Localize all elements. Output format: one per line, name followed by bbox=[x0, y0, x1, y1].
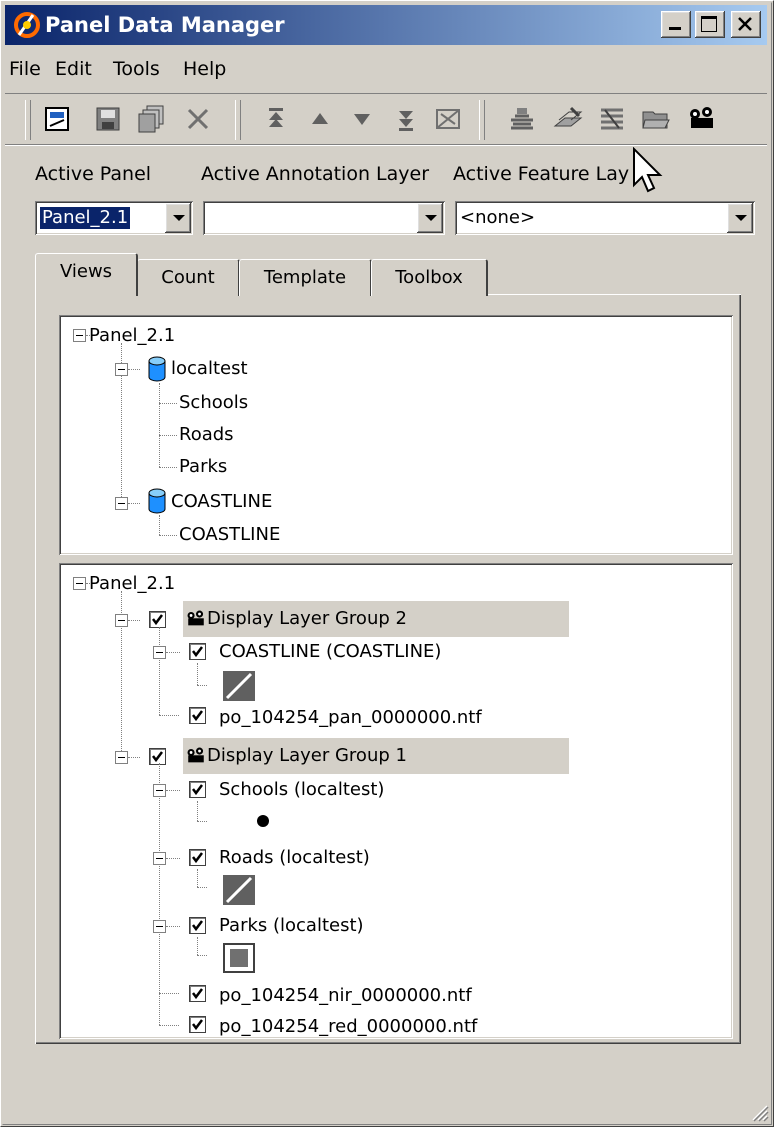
collapse-icon[interactable] bbox=[115, 363, 128, 376]
display-tree-root-panel[interactable]: Panel_2.1 bbox=[89, 571, 175, 597]
menu-bar: File Edit Tools Help bbox=[5, 51, 767, 87]
toolbar bbox=[5, 93, 767, 145]
display-tree[interactable]: Panel_2.1 Display Layer Group 2 COASTLIN… bbox=[59, 563, 733, 1039]
database-coastline[interactable]: COASTLINE bbox=[171, 489, 272, 515]
toolbar-grip-2[interactable] bbox=[235, 100, 241, 140]
tab-views[interactable]: Views bbox=[35, 253, 138, 296]
pan-image-checkbox[interactable] bbox=[189, 707, 206, 724]
active-feature-layer-value: <none> bbox=[460, 207, 536, 228]
display-layer-roads[interactable]: Roads (localtest) bbox=[219, 845, 370, 871]
polygon-symbol-icon bbox=[223, 943, 255, 973]
panel-data-manager-window: Panel Data Manager File Edit Tools Help … bbox=[0, 0, 774, 1127]
collapse-icon[interactable] bbox=[115, 614, 128, 627]
source-layer-coastline[interactable]: COASTLINE bbox=[179, 522, 280, 548]
chevron-down-icon[interactable] bbox=[417, 203, 443, 233]
tab-toolbox[interactable]: Toolbox bbox=[371, 259, 488, 296]
active-annotation-layer-label: Active Annotation Layer bbox=[201, 163, 430, 185]
active-panel-value: Panel_2.1 bbox=[40, 207, 131, 229]
toolbar-grip[interactable] bbox=[25, 100, 31, 140]
toolbar-separator bbox=[5, 144, 767, 146]
app-icon bbox=[14, 12, 40, 38]
title-bar[interactable]: Panel Data Manager bbox=[5, 5, 767, 45]
move-top-icon[interactable] bbox=[259, 102, 293, 136]
image-layer-red[interactable]: po_104254_red_0000000.ntf bbox=[219, 1014, 477, 1039]
resize-grip-icon[interactable] bbox=[749, 1102, 769, 1122]
menu-file[interactable]: File bbox=[9, 55, 41, 83]
maximize-button[interactable] bbox=[695, 11, 725, 38]
layer-open-icon[interactable] bbox=[639, 102, 673, 136]
source-layer-roads[interactable]: Roads bbox=[179, 422, 234, 448]
image-layer-pan[interactable]: po_104254_pan_0000000.ntf bbox=[219, 705, 482, 731]
menu-help[interactable]: Help bbox=[183, 55, 226, 83]
display-layer-schools[interactable]: Schools (localtest) bbox=[219, 777, 384, 803]
move-bottom-icon[interactable] bbox=[389, 102, 423, 136]
display-group-icon[interactable] bbox=[685, 102, 719, 136]
collapse-icon[interactable] bbox=[153, 646, 166, 659]
active-panel-label: Active Panel bbox=[35, 163, 152, 185]
red-image-checkbox[interactable] bbox=[189, 1016, 206, 1033]
database-icon bbox=[148, 488, 166, 514]
active-feature-layer-select[interactable]: <none> bbox=[455, 201, 755, 235]
save-icon[interactable] bbox=[91, 102, 125, 136]
collapse-icon[interactable] bbox=[115, 751, 128, 764]
maximize-icon bbox=[701, 16, 717, 32]
parks-layer-checkbox[interactable] bbox=[189, 917, 206, 934]
zoom-extent-icon[interactable] bbox=[431, 102, 465, 136]
move-up-icon[interactable] bbox=[303, 102, 337, 136]
active-feature-layer-label: Active Feature Lay bbox=[453, 163, 630, 185]
tab-template[interactable]: Template bbox=[239, 259, 372, 296]
toolbar-grip-3[interactable] bbox=[479, 100, 485, 140]
display-layer-group-2[interactable]: Display Layer Group 2 bbox=[207, 606, 407, 632]
chevron-down-icon[interactable] bbox=[165, 203, 191, 233]
menu-tools[interactable]: Tools bbox=[113, 55, 160, 83]
database-localtest[interactable]: localtest bbox=[171, 356, 248, 382]
copy-icon[interactable] bbox=[135, 102, 169, 136]
layer-group-icon[interactable] bbox=[595, 102, 629, 136]
nir-image-checkbox[interactable] bbox=[189, 985, 206, 1002]
chevron-down-icon[interactable] bbox=[727, 203, 753, 233]
point-symbol-icon bbox=[257, 815, 269, 827]
group1-checkbox[interactable] bbox=[149, 748, 166, 765]
minimize-icon bbox=[669, 27, 681, 30]
collapse-icon[interactable] bbox=[153, 920, 166, 933]
collapse-icon[interactable] bbox=[115, 497, 128, 510]
move-down-icon[interactable] bbox=[345, 102, 379, 136]
source-layer-parks[interactable]: Parks bbox=[179, 454, 227, 480]
collapse-icon[interactable] bbox=[73, 577, 86, 590]
window-title: Panel Data Manager bbox=[45, 13, 285, 37]
close-button[interactable] bbox=[731, 11, 761, 38]
schools-layer-checkbox[interactable] bbox=[189, 781, 206, 798]
close-icon bbox=[738, 17, 752, 31]
display-group-icon bbox=[187, 747, 204, 763]
display-group-icon bbox=[187, 610, 204, 626]
collapse-icon[interactable] bbox=[153, 784, 166, 797]
image-layer-nir[interactable]: po_104254_nir_0000000.ntf bbox=[219, 983, 472, 1009]
delete-icon[interactable] bbox=[181, 102, 215, 136]
layer-stack-icon[interactable] bbox=[505, 102, 539, 136]
display-layer-coastline[interactable]: COASTLINE (COASTLINE) bbox=[219, 639, 441, 665]
sources-tree[interactable]: Panel_2.1 localtest Schools Roads Parks … bbox=[59, 315, 733, 555]
line-symbol-icon bbox=[223, 875, 255, 905]
tree-root-panel[interactable]: Panel_2.1 bbox=[89, 323, 175, 349]
coastline-layer-checkbox[interactable] bbox=[189, 643, 206, 660]
display-layer-group-1[interactable]: Display Layer Group 1 bbox=[207, 743, 407, 769]
active-panel-select[interactable]: Panel_2.1 bbox=[35, 201, 193, 235]
source-layer-schools[interactable]: Schools bbox=[179, 390, 248, 416]
active-annotation-layer-select[interactable] bbox=[203, 201, 445, 235]
layer-edit-icon[interactable] bbox=[551, 102, 585, 136]
minimize-button[interactable] bbox=[661, 11, 691, 38]
tab-count[interactable]: Count bbox=[137, 259, 240, 296]
line-symbol-icon bbox=[223, 671, 255, 701]
database-icon bbox=[148, 356, 166, 382]
group2-checkbox[interactable] bbox=[149, 611, 166, 628]
collapse-icon[interactable] bbox=[73, 329, 86, 342]
collapse-icon[interactable] bbox=[153, 852, 166, 865]
roads-layer-checkbox[interactable] bbox=[189, 849, 206, 866]
menu-edit[interactable]: Edit bbox=[55, 55, 92, 83]
display-layer-parks[interactable]: Parks (localtest) bbox=[219, 913, 364, 939]
mouse-cursor-icon bbox=[633, 147, 663, 193]
new-panel-icon[interactable] bbox=[41, 102, 75, 136]
